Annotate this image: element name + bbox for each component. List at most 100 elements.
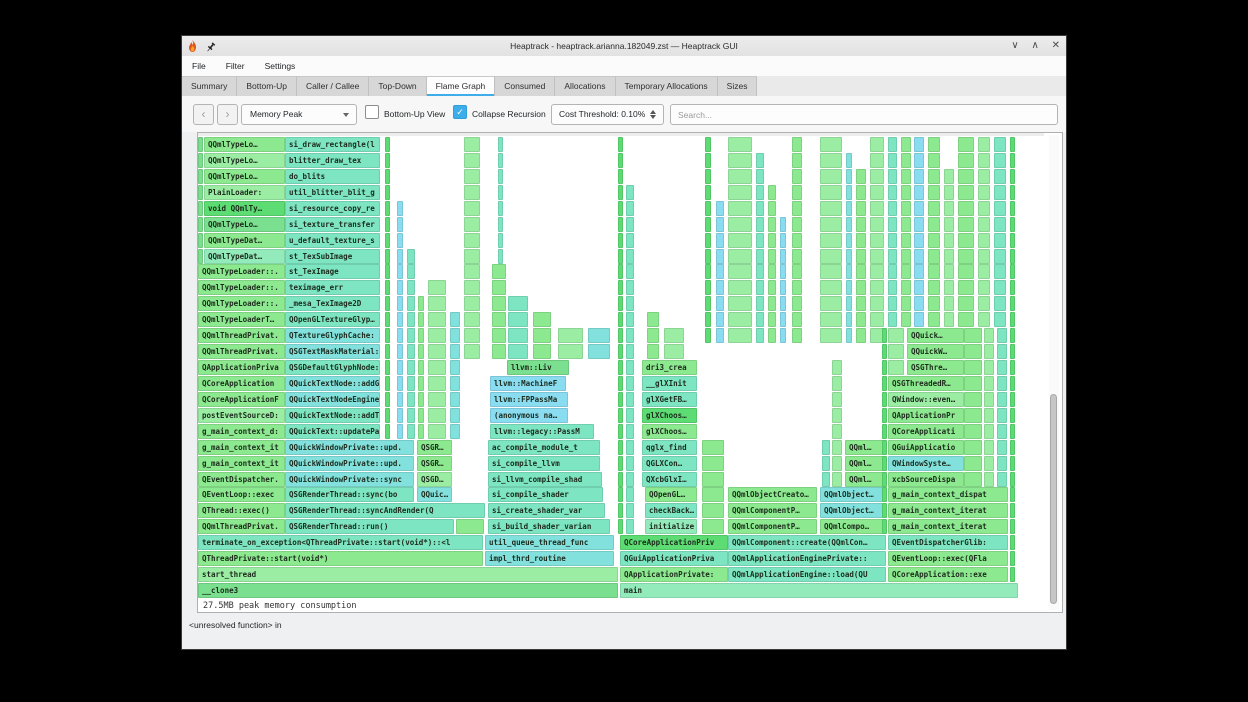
- flame-cell[interactable]: [618, 296, 623, 311]
- flame-cell[interactable]: [705, 169, 711, 184]
- flame-cell[interactable]: [705, 137, 711, 152]
- flame-cell[interactable]: [1010, 201, 1015, 216]
- flame-cell[interactable]: [716, 264, 724, 279]
- flame-cell[interactable]: QQmlComponentP…: [728, 519, 817, 534]
- flame-cell[interactable]: [846, 233, 852, 248]
- flame-cell[interactable]: [618, 360, 623, 375]
- flame-cell[interactable]: [822, 440, 830, 455]
- flame-cell[interactable]: [768, 249, 776, 264]
- flame-cell[interactable]: [397, 249, 403, 264]
- flame-cell[interactable]: [780, 233, 786, 248]
- flame-cell[interactable]: [820, 217, 842, 232]
- flame-cell[interactable]: QApplicationPrivate:: [620, 567, 728, 582]
- flame-cell[interactable]: [888, 185, 897, 200]
- flame-cell[interactable]: [944, 264, 954, 279]
- flame-cell[interactable]: [856, 185, 866, 200]
- flame-cell[interactable]: QQmlComponentP…: [728, 503, 817, 518]
- flame-cell[interactable]: [846, 153, 852, 168]
- flame-cell[interactable]: [978, 249, 990, 264]
- flame-cell[interactable]: terminate_on_exception<QThreadPrivate::s…: [198, 535, 483, 550]
- flame-cell[interactable]: [856, 280, 866, 295]
- flame-cell[interactable]: [888, 169, 897, 184]
- flame-cell[interactable]: [1010, 440, 1015, 455]
- flame-cell[interactable]: si_build_shader_varian: [488, 519, 610, 534]
- flame-cell[interactable]: do_blits: [285, 169, 380, 184]
- flame-cell[interactable]: [820, 296, 842, 311]
- flame-cell[interactable]: [385, 280, 390, 295]
- flame-cell[interactable]: [756, 169, 764, 184]
- flame-cell[interactable]: QCoreApplicationPriv: [620, 535, 728, 550]
- back-button[interactable]: ‹: [193, 104, 214, 125]
- flame-cell[interactable]: [385, 185, 390, 200]
- flame-cell[interactable]: [928, 201, 940, 216]
- flame-cell[interactable]: [901, 233, 911, 248]
- flame-cell[interactable]: [780, 264, 786, 279]
- flame-cell[interactable]: glXChoos…: [642, 408, 697, 423]
- flame-cell[interactable]: [428, 424, 446, 439]
- flame-cell[interactable]: [407, 408, 415, 423]
- flame-cell[interactable]: [407, 376, 415, 391]
- flame-cell[interactable]: [498, 137, 503, 152]
- flame-cell[interactable]: QEventDispatcher.: [198, 472, 285, 487]
- flame-cell[interactable]: [994, 217, 1006, 232]
- flame-cell[interactable]: [780, 280, 786, 295]
- flame-cell[interactable]: QEventLoop::exec(QFla: [888, 551, 1008, 566]
- flame-cell[interactable]: [882, 424, 887, 439]
- flame-cell[interactable]: [385, 312, 390, 327]
- flame-cell[interactable]: [1010, 344, 1015, 359]
- flame-cell[interactable]: [728, 249, 752, 264]
- collapse-recursion-checkbox[interactable]: ✓Collapse Recursion: [453, 104, 546, 125]
- flame-cell[interactable]: [822, 472, 830, 487]
- flame-cell[interactable]: [901, 201, 911, 216]
- flame-cell[interactable]: [702, 519, 724, 534]
- spinner-down-icon[interactable]: [650, 115, 656, 119]
- flame-cell[interactable]: [944, 169, 954, 184]
- flame-cell[interactable]: [768, 185, 776, 200]
- flame-cell[interactable]: u_default_texture_s: [285, 233, 380, 248]
- flame-cell[interactable]: [728, 169, 752, 184]
- flame-cell[interactable]: [385, 408, 390, 423]
- flame-cell[interactable]: [978, 280, 990, 295]
- flame-cell[interactable]: [418, 344, 424, 359]
- flame-cell[interactable]: [846, 185, 852, 200]
- flame-cell[interactable]: [618, 487, 623, 502]
- flame-cell[interactable]: llvm::legacy::PassM: [490, 424, 594, 439]
- flame-cell[interactable]: [958, 264, 974, 279]
- flame-cell[interactable]: [618, 424, 623, 439]
- flame-cell[interactable]: QSGR…: [417, 440, 452, 455]
- flame-cell[interactable]: [846, 217, 852, 232]
- flame-cell[interactable]: [618, 328, 623, 343]
- flame-cell[interactable]: [768, 312, 776, 327]
- flame-cell[interactable]: [397, 280, 403, 295]
- flame-cell[interactable]: [418, 408, 424, 423]
- flame-cell[interactable]: [558, 328, 583, 343]
- flame-cell[interactable]: [928, 249, 940, 264]
- flame-cell[interactable]: [792, 201, 802, 216]
- flame-cell[interactable]: [820, 280, 842, 295]
- flame-cell[interactable]: [716, 233, 724, 248]
- flame-cell[interactable]: QQmlTypeLo…: [204, 137, 285, 152]
- flame-cell[interactable]: [464, 153, 480, 168]
- flame-cell[interactable]: [1010, 472, 1015, 487]
- flame-cell[interactable]: [728, 217, 752, 232]
- flame-cell[interactable]: [508, 328, 528, 343]
- flame-cell[interactable]: [792, 217, 802, 232]
- flame-cell[interactable]: [618, 185, 623, 200]
- flame-cell[interactable]: [498, 169, 503, 184]
- flame-cell[interactable]: [978, 185, 990, 200]
- flame-cell[interactable]: [407, 392, 415, 407]
- flame-cell[interactable]: QCoreApplication: [198, 376, 285, 391]
- flame-cell[interactable]: [914, 264, 924, 279]
- flame-cell[interactable]: [882, 519, 887, 534]
- flame-cell[interactable]: [914, 169, 924, 184]
- flame-cell[interactable]: QQuickWindowPrivate::sync: [285, 472, 414, 487]
- flame-cell[interactable]: QQml…: [845, 472, 886, 487]
- scrollbar-thumb[interactable]: [1050, 394, 1057, 604]
- flame-cell[interactable]: [626, 264, 634, 279]
- flame-cell[interactable]: QQuickWindowPrivate::upd.: [285, 440, 414, 455]
- flame-cell[interactable]: [626, 296, 634, 311]
- flame-cell[interactable]: [1010, 456, 1015, 471]
- flame-cell[interactable]: [626, 503, 634, 518]
- flame-cell[interactable]: [397, 217, 403, 232]
- flame-cell[interactable]: void QQmlTy…: [204, 201, 285, 216]
